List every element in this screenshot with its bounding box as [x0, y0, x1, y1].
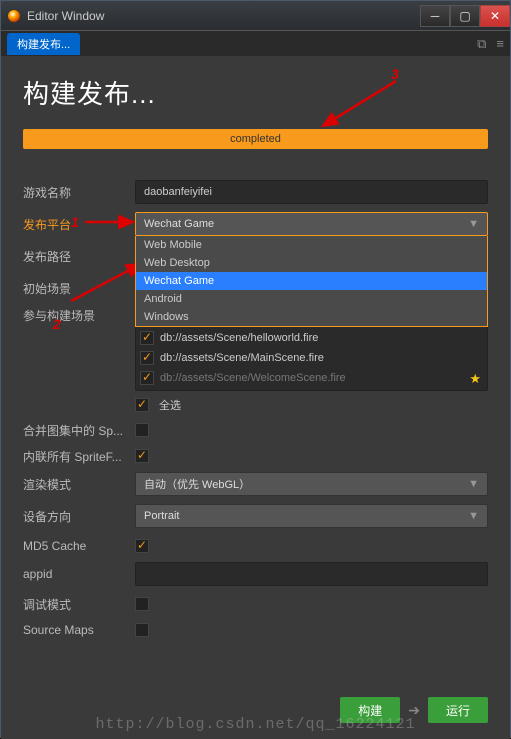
scene-checkbox[interactable]: [140, 371, 154, 385]
menu-icon[interactable]: ≡: [496, 36, 504, 52]
page-title: 构建发布...: [23, 74, 488, 111]
merge-atlas-checkbox[interactable]: [135, 423, 149, 437]
window-title: Editor Window: [27, 9, 104, 23]
dropdown-item[interactable]: Web Mobile: [136, 236, 487, 254]
dropdown-item[interactable]: Wechat Game: [136, 272, 487, 290]
tab-label: 构建发布...: [17, 36, 70, 52]
label-debug-mode: 调试模式: [23, 596, 135, 613]
chevron-down-icon: ▼: [468, 218, 479, 230]
chevron-down-icon: ▼: [468, 478, 479, 490]
popout-icon[interactable]: ⧉: [477, 36, 486, 52]
orientation-value: Portrait: [144, 510, 179, 522]
dropdown-item[interactable]: Android: [136, 290, 487, 308]
tab-build[interactable]: 构建发布...: [7, 33, 80, 55]
orientation-select[interactable]: Portrait ▼: [135, 504, 488, 528]
footer-buttons: 构建 ➔ 运行: [1, 697, 510, 723]
close-button[interactable]: ✕: [480, 5, 510, 27]
tab-bar: 构建发布... ⧉ ≡: [1, 31, 510, 56]
platform-select[interactable]: Wechat Game ▼: [135, 212, 488, 236]
label-inline-spriteframe: 内联所有 SpriteF...: [23, 448, 135, 465]
label-start-scene: 初始场景: [23, 280, 135, 297]
arrow-icon: ➔: [408, 702, 420, 719]
label-render-mode: 渲染模式: [23, 476, 135, 493]
maximize-button[interactable]: ▢: [450, 5, 480, 27]
label-publish-path: 发布路径: [23, 248, 135, 265]
debug-mode-checkbox[interactable]: [135, 597, 149, 611]
scene-checkbox[interactable]: [140, 331, 154, 345]
appid-input[interactable]: [135, 562, 488, 586]
label-select-all: 全选: [159, 397, 181, 413]
minimize-button[interactable]: ─: [420, 5, 450, 27]
scene-checkbox[interactable]: [140, 351, 154, 365]
label-source-maps: Source Maps: [23, 623, 135, 637]
label-appid: appid: [23, 567, 135, 581]
star-icon[interactable]: ★: [469, 371, 481, 387]
dropdown-item[interactable]: Windows: [136, 308, 487, 326]
md5-cache-checkbox[interactable]: [135, 539, 149, 553]
platform-dropdown: Web Mobile Web Desktop Wechat Game Andro…: [135, 236, 488, 327]
chevron-down-icon: ▼: [468, 510, 479, 522]
run-button[interactable]: 运行: [428, 697, 488, 723]
progress-status: completed: [230, 133, 281, 145]
label-orientation: 设备方向: [23, 508, 135, 525]
render-mode-select[interactable]: 自动（优先 WebGL） ▼: [135, 472, 488, 496]
app-icon: [7, 9, 21, 23]
label-build-scenes: 参与构建场景: [23, 307, 135, 324]
inline-spriteframe-checkbox[interactable]: [135, 449, 149, 463]
platform-selected-value: Wechat Game: [144, 218, 214, 230]
source-maps-checkbox[interactable]: [135, 623, 149, 637]
label-md5-cache: MD5 Cache: [23, 539, 135, 553]
label-game-name: 游戏名称: [23, 184, 135, 201]
progress-bar: completed: [23, 129, 488, 149]
game-name-input[interactable]: [135, 180, 488, 204]
scene-item[interactable]: db://assets/Scene/MainScene.fire: [140, 348, 483, 368]
dropdown-item[interactable]: Web Desktop: [136, 254, 487, 272]
select-all-checkbox[interactable]: [135, 398, 149, 412]
scene-item[interactable]: db://assets/Scene/WelcomeScene.fire: [140, 368, 483, 388]
render-mode-value: 自动（优先 WebGL）: [144, 476, 250, 492]
label-platform: 发布平台: [23, 216, 135, 233]
build-button[interactable]: 构建: [340, 697, 400, 723]
window-titlebar: Editor Window ─ ▢ ✕: [1, 1, 510, 31]
label-merge-atlas: 合并图集中的 Sp...: [23, 422, 135, 439]
scene-item[interactable]: db://assets/Scene/helloworld.fire: [140, 328, 483, 348]
